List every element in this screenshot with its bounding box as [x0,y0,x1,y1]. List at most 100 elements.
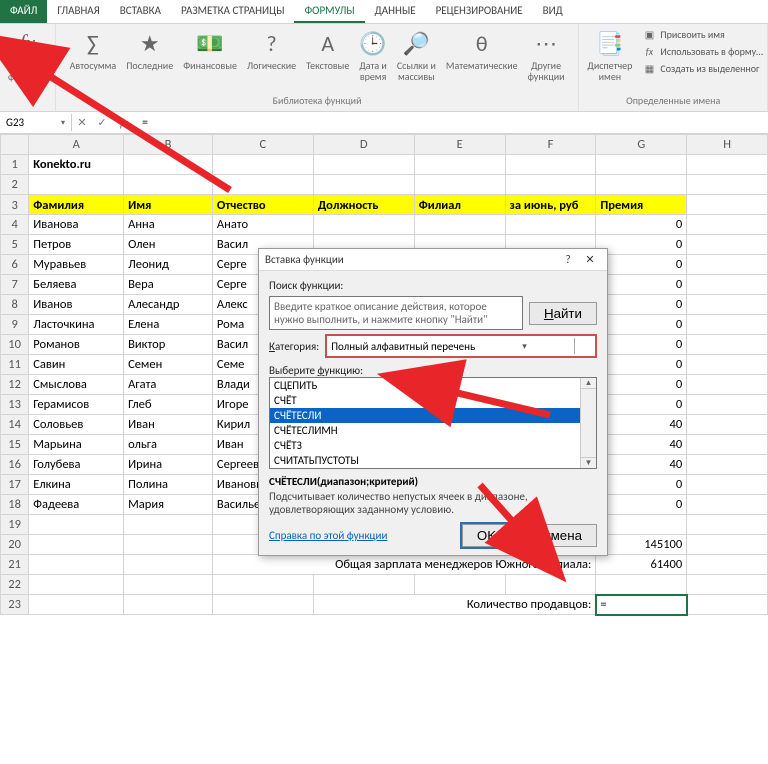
fx-icon: fx [19,28,35,58]
math-button[interactable]: θМатематические [442,26,522,73]
name-manager-icon: 📑 [596,28,623,58]
group-label-library: Библиотека функций [273,94,362,109]
active-cell[interactable]: = [596,595,687,615]
row-header[interactable]: 21 [1,555,29,575]
assign-name-button[interactable]: ▣Присвоить имя [642,26,763,42]
question-icon: ? [266,28,276,58]
tab-page-layout[interactable]: РАЗМЕТКА СТРАНИЦЫ [171,0,295,23]
formula-bar: G23 ✕ ✓ fx = [0,112,768,134]
clock-icon: 🕒 [359,28,386,58]
financial-button[interactable]: 💵Финансовые [179,26,241,73]
col-header-G[interactable]: G [596,135,687,155]
col-header-A[interactable]: A [29,135,124,155]
row-header[interactable]: 18 [1,495,29,515]
tab-file[interactable]: ФАЙЛ [0,0,47,23]
col-header-H[interactable]: H [687,135,768,155]
autosum-button[interactable]: ∑Автосумма [66,26,121,73]
lookup-icon: 🔎 [403,28,430,58]
star-icon: ★ [140,28,160,58]
row-header[interactable]: 19 [1,515,29,535]
col-header-F[interactable]: F [505,135,596,155]
create-icon-icon: ▦ [642,61,656,75]
insert-function-button[interactable]: fx Вставить функцию [4,26,51,84]
row-header[interactable]: 17 [1,475,29,495]
row-header[interactable]: 4 [1,215,29,235]
select-function-label: Выберите функцию: [269,364,597,377]
row-header[interactable]: 1 [1,155,29,175]
row-header[interactable]: 7 [1,275,29,295]
create-from-selection-button[interactable]: ▦Создать из выделенног [642,60,763,76]
col-header-B[interactable]: B [124,135,213,155]
fx-small-icon: fx [642,44,656,58]
category-select[interactable]: Полный алфавитный перечень▾ [325,334,597,358]
tab-data[interactable]: ДАННЫЕ [365,0,426,23]
group-label-names: Определенные имена [626,94,720,109]
row-header[interactable]: 10 [1,335,29,355]
more-functions-button[interactable]: ⋯Другие функции [524,26,569,84]
function-list-item[interactable]: СЧЁТЕСЛИМН [270,423,596,438]
use-in-formula-button[interactable]: fxИспользовать в форму… [642,43,763,59]
row-header[interactable]: 9 [1,315,29,335]
select-all-corner[interactable] [1,135,29,155]
dialog-close-button[interactable]: ✕ [579,253,601,266]
function-list-item[interactable]: СЧЁТЕСЛИ [270,408,596,423]
help-link[interactable]: Справка по этой функции [269,529,387,542]
sigma-icon: ∑ [87,28,99,58]
function-list-item[interactable]: СЦЕПИТЬ [270,378,596,393]
lookup-button[interactable]: 🔎Ссылки и массивы [393,26,440,84]
name-manager-button[interactable]: 📑Диспетчер имен [583,26,636,84]
row-header[interactable]: 16 [1,455,29,475]
row-header[interactable]: 3 [1,195,29,215]
col-header-E[interactable]: E [414,135,505,155]
cancel-button[interactable]: Отмена [519,524,597,547]
row-header[interactable]: 5 [1,235,29,255]
insert-function-dialog: Вставка функции ? ✕ Поиск функции: Введи… [258,248,608,556]
cell[interactable]: Konekto.ru [29,155,124,175]
ribbon-tabs: ФАЙЛ ГЛАВНАЯ ВСТАВКА РАЗМЕТКА СТРАНИЦЫ Ф… [0,0,768,24]
function-description: СЧЁТЕСЛИ(диапазон;критерий) Подсчитывает… [269,475,597,516]
function-list-item[interactable]: Т [270,468,596,469]
more-icon: ⋯ [535,28,557,58]
formula-cancel-button[interactable]: ✕ [72,116,92,129]
function-list-item[interactable]: СЧИТАТЬПУСТОТЫ [270,453,596,468]
col-header-C[interactable]: C [212,135,313,155]
row-header[interactable]: 2 [1,175,29,195]
row-header[interactable]: 20 [1,535,29,555]
ribbon: fx Вставить функцию ∑Автосумма ★Последни… [0,24,768,112]
find-button[interactable]: Найти [529,302,597,325]
recent-button[interactable]: ★Последние [122,26,177,73]
search-label: Поиск функции: [269,279,597,292]
row-header[interactable]: 14 [1,415,29,435]
function-list-item[interactable]: СЧЁТ [270,393,596,408]
function-list-item[interactable]: СЧЁТЗ [270,438,596,453]
datetime-button[interactable]: 🕒Дата и время [355,26,391,84]
formula-input[interactable]: = [136,114,768,132]
name-box[interactable]: G23 [0,114,72,131]
row-header[interactable]: 13 [1,395,29,415]
tab-formulas[interactable]: ФОРМУЛЫ [294,0,364,23]
dialog-help-button[interactable]: ? [557,253,579,266]
tab-review[interactable]: РЕЦЕНЗИРОВАНИЕ [426,0,533,23]
row-header[interactable]: 6 [1,255,29,275]
logical-button[interactable]: ?Логические [243,26,300,73]
ok-button[interactable]: OK [462,524,511,547]
formula-enter-button[interactable]: ✓ [92,116,112,129]
row-header[interactable]: 23 [1,595,29,615]
col-header-D[interactable]: D [313,135,414,155]
tab-insert[interactable]: ВСТАВКА [110,0,171,23]
listbox-scrollbar[interactable] [580,378,596,468]
row-header[interactable]: 15 [1,435,29,455]
tab-view[interactable]: ВИД [533,0,573,23]
row-header[interactable]: 12 [1,375,29,395]
row-header[interactable]: 11 [1,355,29,375]
tab-home[interactable]: ГЛАВНАЯ [47,0,109,23]
text-button[interactable]: AТекстовые [302,26,353,73]
fx-button[interactable]: fx [112,117,136,129]
row-header[interactable]: 22 [1,575,29,595]
row-header[interactable]: 8 [1,295,29,315]
function-listbox[interactable]: СЦЕПИТЬСЧЁТСЧЁТЕСЛИСЧЁТЕСЛИМНСЧЁТЗСЧИТАТ… [269,377,597,469]
search-input[interactable]: Введите краткое описание действия, котор… [269,296,523,330]
dialog-title: Вставка функции [265,253,557,266]
theta-icon: θ [476,28,488,58]
tag-icon: ▣ [642,27,656,41]
